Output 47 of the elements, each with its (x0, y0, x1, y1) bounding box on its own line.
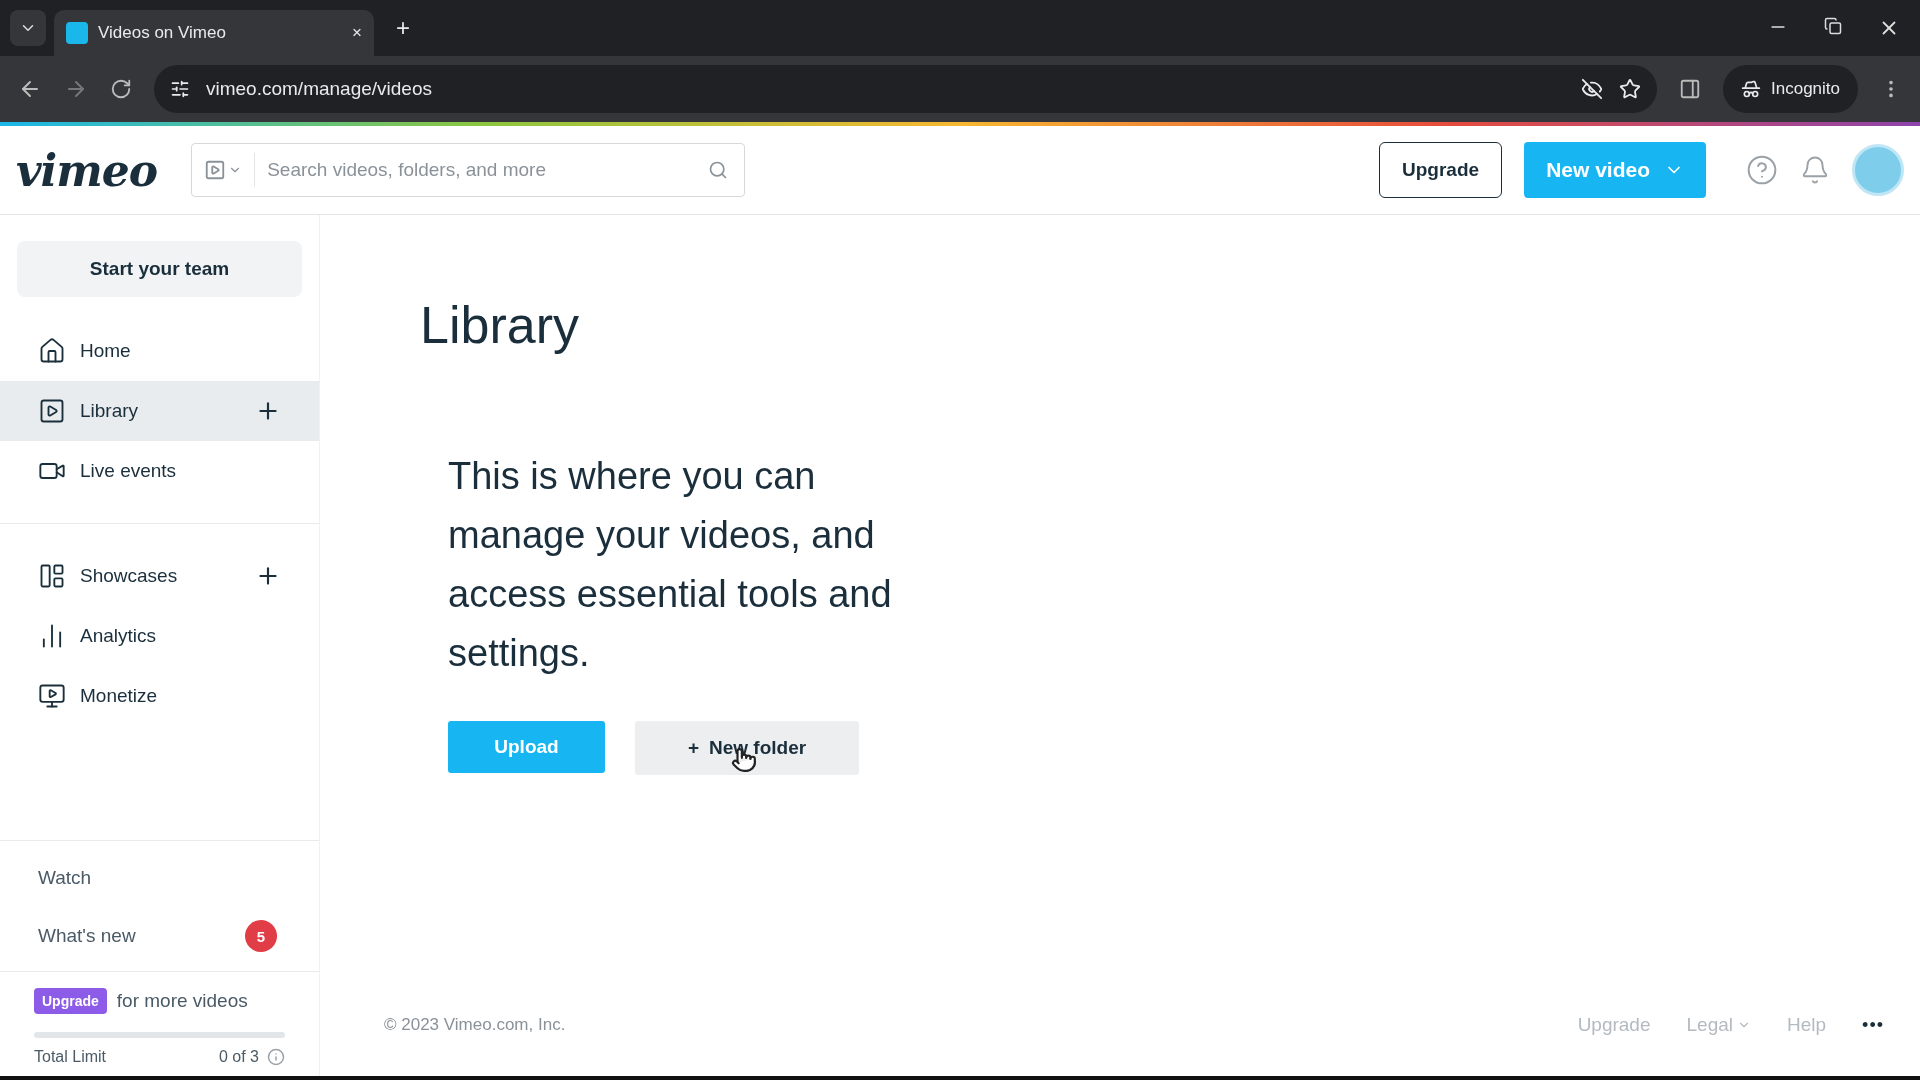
search-bar[interactable]: Search videos, folders, and more (191, 143, 746, 197)
sidebar-item[interactable]: Analytics (0, 606, 319, 666)
sidebar-item[interactable]: Library (0, 381, 319, 441)
sidebar-item[interactable]: Home (0, 321, 319, 381)
favicon-icon (66, 22, 88, 44)
incognito-icon (1741, 79, 1761, 99)
new-tab-button[interactable]: + (382, 14, 424, 42)
reload-icon[interactable] (110, 78, 132, 100)
nav-icon (38, 682, 66, 710)
upgrade-badge[interactable]: Upgrade (34, 988, 107, 1014)
upgrade-text: for more videos (116, 990, 248, 1012)
eye-off-icon[interactable] (1581, 78, 1603, 100)
url-text: vimeo.com/manage/videos (206, 78, 433, 100)
vimeo-logo[interactable]: vimeo (16, 144, 158, 196)
limit-label: Total Limit (34, 1048, 108, 1066)
sidebar-item[interactable]: Live events (0, 441, 319, 501)
upgrade-button[interactable]: Upgrade (1379, 142, 1503, 198)
count-badge: 5 (245, 920, 277, 952)
new-folder-button[interactable]: + New folder (635, 721, 859, 775)
nav-icon (38, 562, 66, 590)
tab-close-button[interactable]: × (352, 23, 362, 43)
limit-value: 0 of 3 (218, 1048, 259, 1066)
help-icon[interactable] (1746, 154, 1778, 186)
sidebar-link[interactable]: What's new 5 (0, 907, 319, 965)
sidebar-item[interactable]: Showcases (0, 546, 319, 606)
bookmark-star-icon[interactable] (1619, 78, 1641, 100)
incognito-button[interactable]: Incognito (1723, 65, 1858, 113)
browser-tab[interactable]: Videos on Vimeo × (54, 10, 374, 56)
restore-icon[interactable] (1824, 17, 1842, 35)
empty-message: This is where you can manage your videos, and access essential tools and settings. (448, 454, 893, 676)
info-icon[interactable] (267, 1048, 285, 1066)
site-settings-icon[interactable] (170, 79, 190, 99)
nav-icon (38, 397, 66, 425)
video-icon (204, 159, 227, 181)
bell-icon[interactable] (1800, 155, 1830, 185)
tab-title: Videos on Vimeo (98, 23, 227, 43)
sidebar-link[interactable]: Watch (0, 849, 319, 907)
side-panel-icon[interactable] (1679, 78, 1701, 100)
tab-list-button[interactable] (10, 10, 46, 46)
nav-icon (38, 337, 66, 365)
more-button[interactable]: ••• (1862, 1014, 1884, 1036)
copyright-text: © 2023 Vimeo.com, Inc. (384, 1015, 566, 1035)
page-title: Library (420, 295, 580, 355)
sidebar-item[interactable]: Monetize (0, 666, 319, 726)
search-icon[interactable] (708, 160, 729, 180)
address-bar[interactable]: vimeo.com/manage/videos (154, 65, 1657, 113)
start-team-button[interactable]: Start your team (17, 241, 302, 297)
